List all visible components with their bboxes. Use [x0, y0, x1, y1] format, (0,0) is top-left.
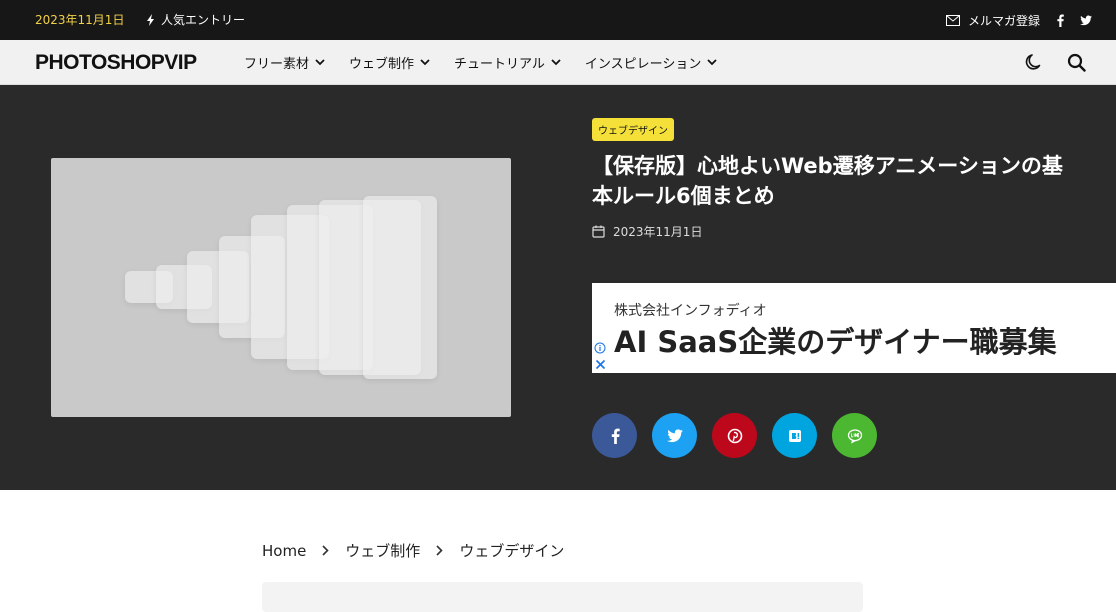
share-facebook-button[interactable]: [592, 413, 637, 458]
chevron-down-icon: [420, 59, 430, 66]
search-icon: [1067, 53, 1086, 72]
pinterest-icon: [727, 428, 742, 443]
nav-item-label: ウェブ制作: [349, 57, 415, 72]
category-badge[interactable]: ウェブデザイン: [592, 118, 674, 141]
main-navigation: PHOTOSHOPVIP フリー素材 ウェブ制作 チュートリアル インスピレーシ…: [0, 40, 1116, 85]
facebook-icon: [1057, 14, 1064, 27]
breadcrumb-web-production[interactable]: ウェブ制作: [345, 540, 420, 561]
article-title: 【保存版】心地よいWeb遷移アニメーションの基本ルール6個まとめ: [592, 154, 1063, 208]
ad-company: 株式会社インフォディオ: [614, 303, 767, 319]
article-thumbnail[interactable]: [51, 158, 511, 417]
share-line-button[interactable]: [832, 413, 877, 458]
nav-menu: フリー素材 ウェブ制作 チュートリアル インスピレーション: [244, 40, 718, 85]
breadcrumb: Home ウェブ制作 ウェブデザイン: [262, 540, 564, 561]
site-logo[interactable]: PHOTOSHOPVIP: [35, 51, 197, 75]
article-hero: ウェブデザイン 【保存版】心地よいWeb遷移アニメーションの基本ルール6個まとめ…: [0, 85, 1116, 490]
ad-banner[interactable]: 株式会社インフォディオ AI SaaS企業のデザイナー職募集: [592, 283, 1116, 373]
nav-item-free-materials[interactable]: フリー素材: [244, 53, 325, 72]
share-pinterest-button[interactable]: [712, 413, 757, 458]
newsletter-label: メルマガ登録: [967, 13, 1040, 28]
chevron-right-icon: [322, 545, 329, 556]
lightning-icon: [147, 13, 154, 26]
nav-item-label: インスピレーション: [584, 57, 702, 72]
breadcrumb-home[interactable]: Home: [262, 542, 306, 560]
twitter-icon: [666, 428, 683, 442]
chevron-down-icon: [551, 59, 561, 66]
share-twitter-button[interactable]: [652, 413, 697, 458]
article-content-box: [262, 582, 863, 612]
chevron-down-icon: [707, 59, 718, 66]
share-buttons: [592, 413, 877, 458]
facebook-icon: [611, 428, 620, 444]
dark-mode-toggle[interactable]: [1024, 53, 1043, 72]
post-date-text: 2023年11月1日: [613, 225, 703, 239]
nav-item-label: フリー素材: [244, 57, 310, 72]
nav-item-label: チュートリアル: [454, 57, 545, 72]
moon-icon: [1025, 54, 1041, 70]
nav-item-web-production[interactable]: ウェブ制作: [349, 53, 430, 72]
search-button[interactable]: [1067, 53, 1086, 72]
chevron-down-icon: [315, 59, 325, 66]
newsletter-link[interactable]: メルマガ登録: [945, 12, 1040, 29]
nav-item-inspiration[interactable]: インスピレーション: [584, 53, 718, 72]
info-icon[interactable]: [594, 342, 606, 354]
current-date: 2023年11月1日: [35, 13, 125, 27]
ad-headline: AI SaaS企業のデザイナー職募集: [614, 325, 1057, 359]
share-hatena-button[interactable]: [772, 413, 817, 458]
close-icon[interactable]: [595, 359, 606, 370]
hatena-bookmark-icon: [788, 429, 801, 442]
post-date: 2023年11月1日: [592, 223, 702, 240]
twitter-link[interactable]: [1080, 14, 1092, 27]
top-bar: 2023年11月1日 人気エントリー メルマガ登録: [0, 0, 1116, 40]
nav-item-tutorials[interactable]: チュートリアル: [454, 53, 561, 72]
mail-icon: [945, 14, 960, 26]
calendar-icon: [592, 225, 605, 238]
thumbnail-card: [363, 196, 437, 379]
twitter-icon: [1080, 15, 1092, 25]
breadcrumb-web-design[interactable]: ウェブデザイン: [459, 540, 564, 561]
facebook-link[interactable]: [1054, 14, 1066, 27]
line-icon: [847, 428, 862, 444]
trending-label: 人気エントリー: [161, 13, 246, 27]
chevron-right-icon: [436, 545, 443, 556]
trending-link[interactable]: 人気エントリー: [146, 11, 245, 28]
